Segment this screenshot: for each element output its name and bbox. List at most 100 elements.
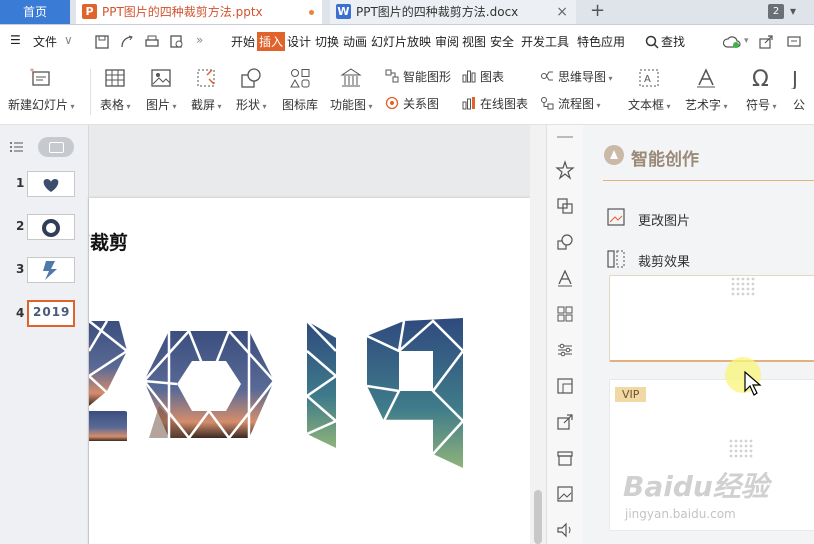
tab-pptx-document[interactable]: P PPT图片的四种裁剪方法.pptx [76, 0, 322, 24]
change-picture-icon [607, 208, 625, 226]
smart-art-button[interactable]: 智能图形 [385, 68, 451, 85]
tab-home[interactable]: 首页 [0, 0, 70, 24]
shape-icon [241, 68, 261, 88]
picture-button[interactable]: 图片 ▾ [146, 67, 177, 113]
text-box-button[interactable]: A 文本框 ▾ [628, 67, 671, 113]
more-arrows-icon[interactable]: » [196, 33, 203, 47]
online-chart-button[interactable]: 在线图表 [462, 95, 528, 112]
menu-slideshow[interactable]: 幻灯片放映 [371, 33, 431, 50]
screenshot-icon [197, 69, 215, 87]
tab-list-chevron-icon[interactable]: ▾ [790, 4, 796, 18]
chart-button[interactable]: 图表 [462, 68, 504, 85]
image-icon[interactable] [555, 484, 575, 504]
hamburger-icon[interactable]: ☰ [10, 33, 21, 47]
menu-insert[interactable]: 插入 [257, 32, 286, 51]
print-icon[interactable] [144, 34, 160, 50]
svg-text:A: A [644, 74, 651, 85]
panel-title-underline [603, 180, 814, 181]
icon-library-button[interactable]: 图标库 [282, 67, 318, 113]
triangle-crop-2019-graphic [89, 318, 465, 468]
relation-chart-icon [385, 96, 399, 110]
symbol-button[interactable]: Ω 符号 ▾ [746, 67, 777, 113]
save-icon[interactable] [94, 34, 110, 50]
export-share-icon[interactable] [555, 412, 575, 432]
close-tab-icon[interactable]: × [556, 0, 568, 24]
relation-chart-button[interactable]: 关系图 [385, 95, 439, 112]
menu-featured-apps[interactable]: 特色应用 [577, 33, 625, 50]
star-favorite-icon[interactable] [555, 160, 575, 180]
current-slide[interactable]: 剪裁剪 [89, 198, 530, 544]
new-tab-plus-icon[interactable]: + [590, 0, 605, 22]
function-chart-button[interactable]: 功能图 ▾ [330, 67, 373, 113]
file-chevron-icon[interactable]: ∨ [64, 33, 73, 47]
formula-button[interactable]: J 公 [788, 67, 810, 113]
new-slide-button[interactable]: * 新建幻灯片 ▾ [8, 67, 75, 113]
comment-icon[interactable] [787, 35, 801, 49]
icon-library-label: 图标库 [282, 98, 319, 112]
art-text-label: 艺术字 [685, 98, 722, 112]
flow-chart-label: 流程图 [558, 97, 595, 111]
cloud-chevron-icon[interactable]: ▾ [744, 36, 749, 46]
sliders-settings-icon[interactable] [555, 340, 575, 360]
shape-button[interactable]: 形状 ▾ [236, 67, 267, 113]
slide-thumbnail-3[interactable] [27, 257, 75, 283]
share-icon[interactable] [759, 35, 773, 49]
menu-view[interactable]: 视图 [462, 33, 486, 50]
grid-apps-icon[interactable] [555, 304, 575, 324]
art-text-icon [697, 68, 716, 88]
flow-chart-button[interactable]: 流程图 ▾ [540, 95, 601, 112]
text-style-icon[interactable] [555, 268, 575, 288]
strip-handle-icon[interactable] [557, 136, 573, 138]
tab-pptx-label: PPT图片的四种裁剪方法.pptx [102, 5, 263, 19]
slide-thumbnail-2[interactable] [27, 214, 75, 240]
archive-box-icon[interactable] [555, 448, 575, 468]
chart-icon [462, 70, 476, 83]
watermark-brand: Baidu经验 [623, 470, 769, 503]
export-pdf-icon[interactable] [119, 34, 135, 50]
menu-review[interactable]: 审阅 [435, 33, 459, 50]
thumbnail-view-toggle[interactable] [38, 137, 74, 157]
screenshot-button[interactable]: 截屏 ▾ [191, 67, 222, 113]
table-button[interactable]: 表格 ▾ [100, 67, 131, 113]
function-chart-label: 功能图 [330, 98, 367, 112]
crop-effect-option[interactable]: 裁剪效果 [638, 251, 690, 270]
mind-map-button[interactable]: 思维导图 ▾ [540, 68, 613, 85]
tab-docx-label: PPT图片的四种裁剪方法.docx [356, 5, 519, 19]
cloud-sync-icon[interactable] [723, 35, 741, 49]
svg-text:*: * [30, 67, 34, 76]
change-picture-option[interactable]: 更改图片 [638, 210, 690, 229]
slide-number-3: 3 [16, 262, 25, 276]
shapes-icon[interactable] [555, 232, 575, 252]
chart-label: 图表 [480, 70, 505, 84]
slide-thumbnail-4[interactable]: 2019 [27, 300, 75, 327]
online-chart-icon [462, 97, 475, 110]
menu-file[interactable]: 文件 [33, 33, 57, 50]
online-chart-label: 在线图表 [480, 97, 529, 111]
scrollbar-thumb[interactable] [534, 490, 542, 544]
menu-transition[interactable]: 切换 [315, 33, 339, 50]
slide-thumbnail-panel: 1 2 3 4 2019 [0, 125, 89, 544]
menu-animation[interactable]: 动画 [343, 33, 367, 50]
slide-vertical-scrollbar[interactable] [530, 125, 546, 544]
slide-thumbnail-1[interactable] [27, 171, 75, 197]
menu-security[interactable]: 安全 [490, 33, 514, 50]
smart-art-label: 智能图形 [403, 70, 452, 84]
speaker-audio-icon[interactable] [555, 520, 575, 540]
menu-start[interactable]: 开始 [231, 33, 255, 50]
print-preview-icon[interactable] [169, 34, 185, 50]
menu-design[interactable]: 设计 [287, 33, 311, 50]
new-slide-label: 新建幻灯片 [8, 98, 69, 112]
slide-number-4: 4 [16, 306, 25, 320]
panel-title: 智能创作 [631, 150, 699, 170]
tab-docx-document[interactable]: W PPT图片的四种裁剪方法.docx × [330, 0, 576, 24]
outline-view-icon[interactable] [9, 140, 25, 154]
layers-icon[interactable] [555, 196, 575, 216]
picture-gallery-icon[interactable] [555, 376, 575, 396]
art-text-button[interactable]: 艺术字 ▾ [685, 67, 728, 113]
crop-effect-card-1[interactable] [609, 275, 814, 362]
search-icon[interactable] [645, 35, 659, 49]
text-box-icon: A [639, 69, 659, 87]
window-count-badge[interactable]: 2 [768, 4, 784, 19]
menu-search[interactable]: 查找 [661, 33, 685, 50]
menu-dev-tools[interactable]: 开发工具 [521, 33, 569, 50]
